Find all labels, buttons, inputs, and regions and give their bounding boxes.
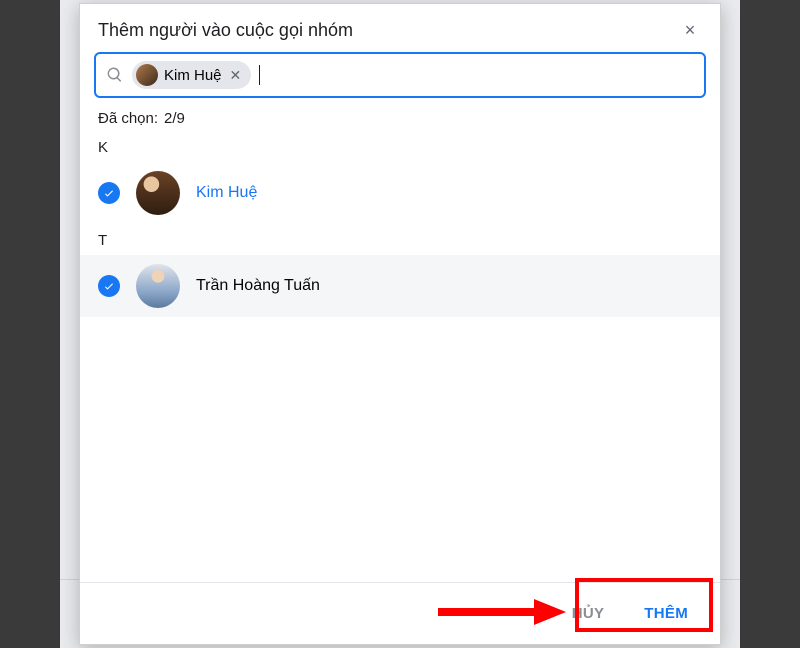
selected-chip: Kim Huệ ✕ [132, 61, 251, 89]
dialog-header: Thêm người vào cuộc gọi nhóm × [80, 4, 720, 52]
close-button[interactable]: × [678, 18, 702, 42]
contact-list: K Kim Huệ T Trần Hoàng Tuấn [80, 131, 720, 582]
selection-count: Đã chọn: 2/9 [80, 98, 720, 131]
chip-avatar [136, 64, 158, 86]
section-header: T [80, 224, 720, 255]
chip-name: Kim Huệ [164, 67, 222, 84]
close-icon: × [685, 20, 696, 41]
selection-value: 2/9 [164, 110, 185, 127]
contact-avatar [136, 264, 180, 308]
section-header: K [80, 131, 720, 162]
text-cursor [259, 65, 260, 85]
contact-name: Kim Huệ [196, 184, 257, 202]
checkbox-checked-icon[interactable] [98, 182, 120, 204]
contact-avatar [136, 171, 180, 215]
search-box[interactable]: Kim Huệ ✕ [94, 52, 706, 98]
dialog-footer: HỦY THÊM [80, 582, 720, 644]
checkbox-checked-icon[interactable] [98, 275, 120, 297]
search-input[interactable] [268, 67, 694, 84]
contact-row[interactable]: Kim Huệ [80, 162, 720, 224]
dialog-title: Thêm người vào cuộc gọi nhóm [98, 20, 353, 41]
contact-row[interactable]: Trần Hoàng Tuấn [80, 255, 720, 317]
chip-remove-button[interactable]: ✕ [228, 67, 244, 84]
selection-label: Đã chọn: [98, 110, 158, 127]
add-button[interactable]: THÊM [630, 597, 702, 630]
search-icon [106, 66, 124, 84]
cancel-button[interactable]: HỦY [558, 597, 619, 630]
search-area: Kim Huệ ✕ [80, 52, 720, 98]
add-people-dialog: Thêm người vào cuộc gọi nhóm × Kim Huệ ✕… [79, 3, 721, 645]
contact-name: Trần Hoàng Tuấn [196, 277, 320, 295]
